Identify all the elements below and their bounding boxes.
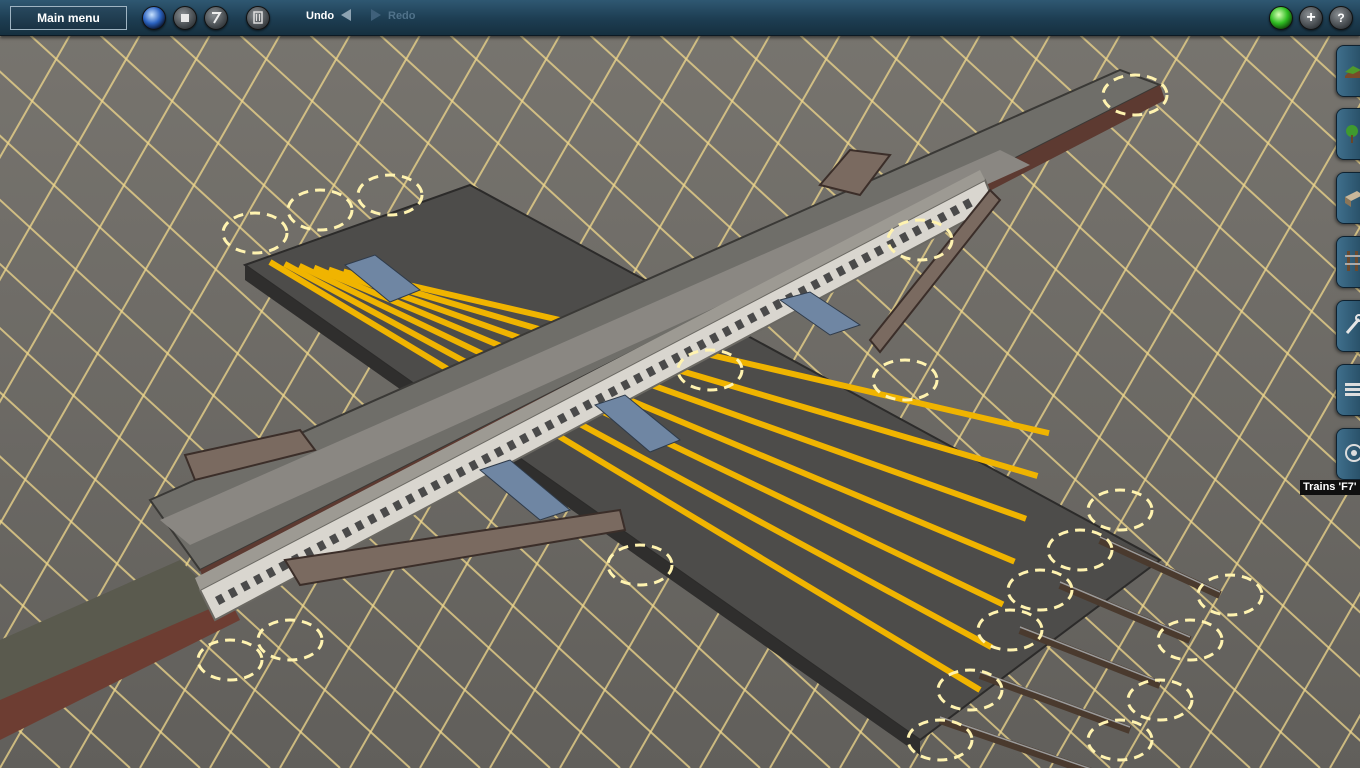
layers-tab-icon[interactable] <box>1336 364 1360 416</box>
top-toolbar: Main menu Undo Redo + ? <box>0 0 1360 36</box>
track-tab-icon[interactable] <box>1336 236 1360 288</box>
redo-label[interactable]: Redo <box>388 10 416 22</box>
status-green-icon[interactable] <box>1269 6 1293 30</box>
trains-tooltip: Trains 'F7' <box>1300 480 1360 495</box>
trees-tab-icon[interactable] <box>1336 108 1360 160</box>
trash-icon[interactable] <box>246 6 270 30</box>
add-icon[interactable]: + <box>1299 6 1323 30</box>
weather-icon[interactable] <box>204 6 228 30</box>
undo-label[interactable]: Undo <box>306 10 334 22</box>
redo-arrow-icon[interactable] <box>371 9 381 21</box>
tools-tab-icon[interactable] <box>1336 300 1360 352</box>
main-menu-button[interactable]: Main menu <box>10 6 127 30</box>
world-viewport[interactable] <box>0 0 1360 768</box>
objects-tab-icon[interactable] <box>1336 172 1360 224</box>
undo-arrow-icon[interactable] <box>341 9 351 21</box>
stop-icon[interactable] <box>173 6 197 30</box>
terrain-tab-icon[interactable] <box>1336 45 1360 97</box>
help-icon[interactable]: ? <box>1329 6 1353 30</box>
camera-ball-icon[interactable] <box>142 6 166 30</box>
trains-tab-icon[interactable] <box>1336 428 1360 480</box>
